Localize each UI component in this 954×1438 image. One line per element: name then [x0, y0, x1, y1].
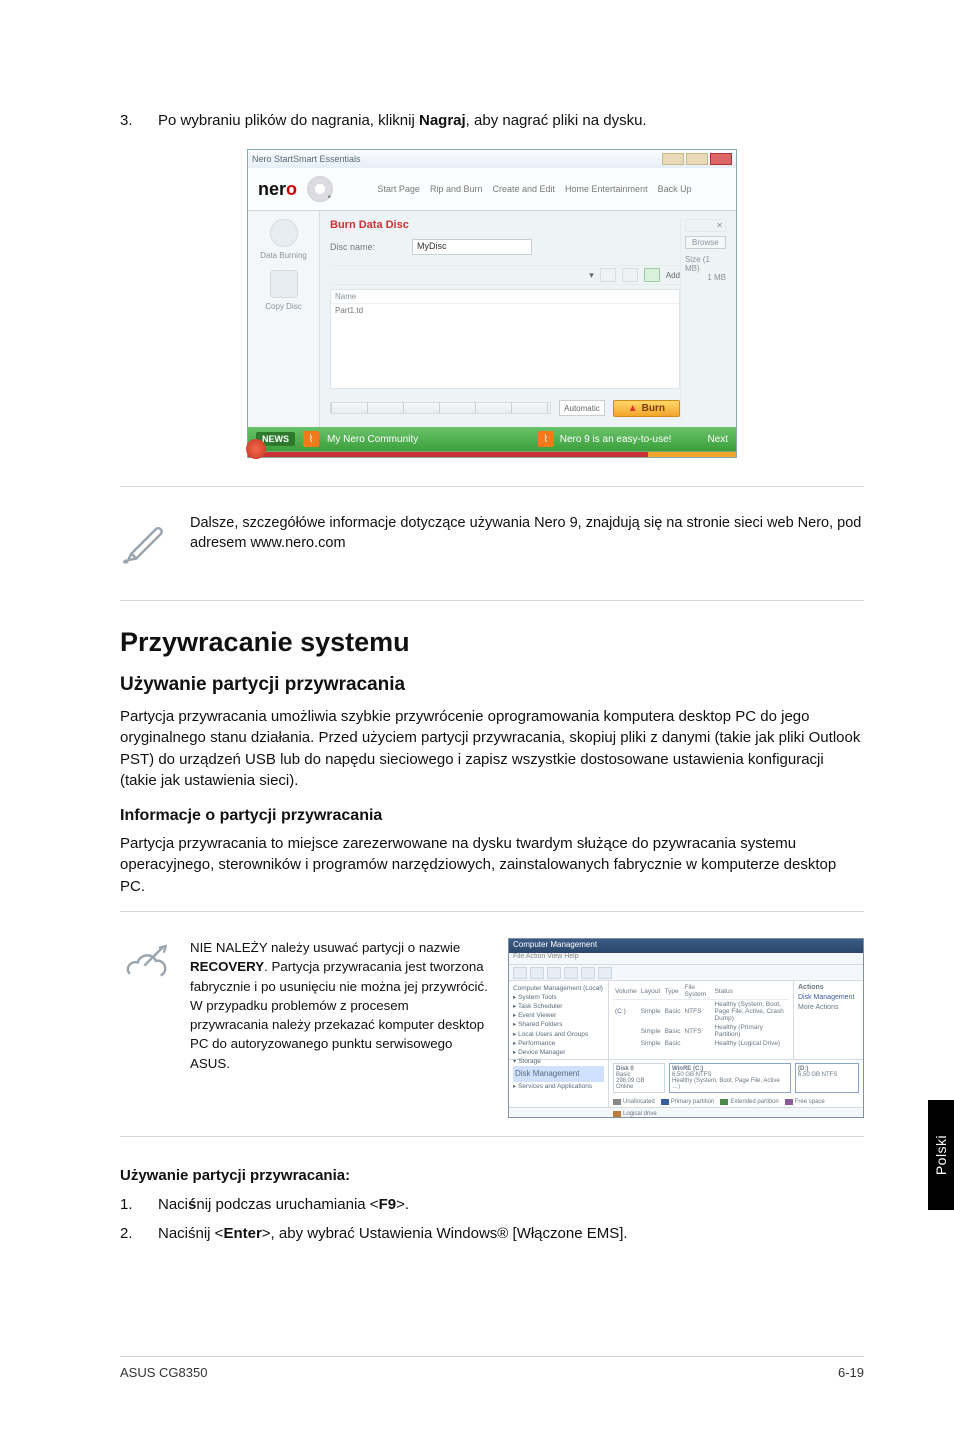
- nero-screenshot: Nero StartSmart Essentials nero Start Pa…: [247, 149, 737, 458]
- heading-use-partition: Używanie partycji przywracania: [120, 674, 864, 696]
- paragraph-2: Partycja przywracania to miejsce zarezer…: [120, 833, 864, 897]
- heading-partition-info: Informacje o partycji przywracania: [120, 807, 864, 825]
- data-burning-icon: [270, 219, 298, 247]
- disk-management-screenshot: Computer Management File Action View Hel…: [508, 938, 864, 1118]
- maximize-icon: [686, 153, 708, 165]
- note-recovery: NIE NALEŻY należy usuwać partycji o nazw…: [120, 938, 864, 1118]
- nero-footer: NEWS ⌇ My Nero Community ⌇ Nero 9 is an …: [248, 427, 736, 451]
- footer-page-number: 6-19: [838, 1365, 864, 1380]
- capacity-ruler: [330, 402, 551, 414]
- footer-model: ASUS CG8350: [120, 1365, 207, 1380]
- language-tab: Polski: [928, 1100, 954, 1210]
- close-icon: [710, 153, 732, 165]
- heading-system-restore: Przywracanie systemu: [120, 627, 864, 658]
- file-list: Name Part1.td: [330, 289, 680, 389]
- burn-header: Burn Data Disc: [330, 219, 680, 231]
- pen-note-icon: [120, 513, 172, 570]
- divider: [120, 911, 864, 912]
- divider: [120, 486, 864, 487]
- toolbar-icon: [598, 967, 612, 979]
- up-icon: [622, 268, 638, 282]
- rss-icon: ⌇: [538, 431, 554, 447]
- toolbar-icon: [581, 967, 595, 979]
- step-3: 3. Po wybraniu plików do nagrania, klikn…: [120, 110, 864, 131]
- nero-tabs: Start Page Rip and Burn Create and Edit …: [343, 184, 726, 194]
- nero-titlebar: Nero StartSmart Essentials: [248, 150, 736, 168]
- copy-disc-icon: [270, 270, 298, 298]
- toolbar-icon: [564, 967, 578, 979]
- disc-name-input: MyDisc: [412, 239, 532, 255]
- paragraph-1: Partycja przywracania umożliwia szybkie …: [120, 706, 864, 791]
- flame-icon: ▲: [628, 403, 638, 414]
- toolbar-icon: [547, 967, 561, 979]
- nero-logo: nero: [258, 179, 297, 200]
- step-2: 2. Naciśnij <Enter>, aby wybrać Ustawien…: [120, 1223, 864, 1246]
- dm-tree: Computer Management (Local) ▸ System Too…: [509, 981, 609, 1059]
- minimize-icon: [662, 153, 684, 165]
- mode-select: Automatic: [559, 400, 605, 416]
- add-icon: [644, 268, 660, 282]
- browse-button: Browse: [685, 236, 726, 249]
- divider: [120, 600, 864, 601]
- heading-use-steps: Używanie partycji przywracania:: [120, 1167, 864, 1184]
- view-icon: [600, 268, 616, 282]
- note-nero-info: Dalsze, szczegółówe informacje dotyczące…: [120, 513, 864, 570]
- divider: [120, 1136, 864, 1137]
- nero-sidebar: Data Burning Copy Disc: [248, 211, 320, 427]
- toolbar-icon: [530, 967, 544, 979]
- dm-volume-list: VolumeLayoutTypeFile SystemStatus (C:)Si…: [609, 981, 793, 1059]
- nero-orb-icon: [246, 439, 266, 459]
- rss-icon: ⌇: [303, 431, 319, 447]
- do-not-icon: [120, 938, 172, 995]
- step-number: 3.: [120, 110, 158, 131]
- page-footer: ASUS CG8350 6-19: [120, 1356, 864, 1380]
- toolbar-icon: [513, 967, 527, 979]
- burn-button: ▲Burn: [613, 400, 680, 417]
- step-1: 1. Naciśnij podczas uruchamiania <F9>.: [120, 1194, 864, 1217]
- disc-icon: [307, 176, 333, 202]
